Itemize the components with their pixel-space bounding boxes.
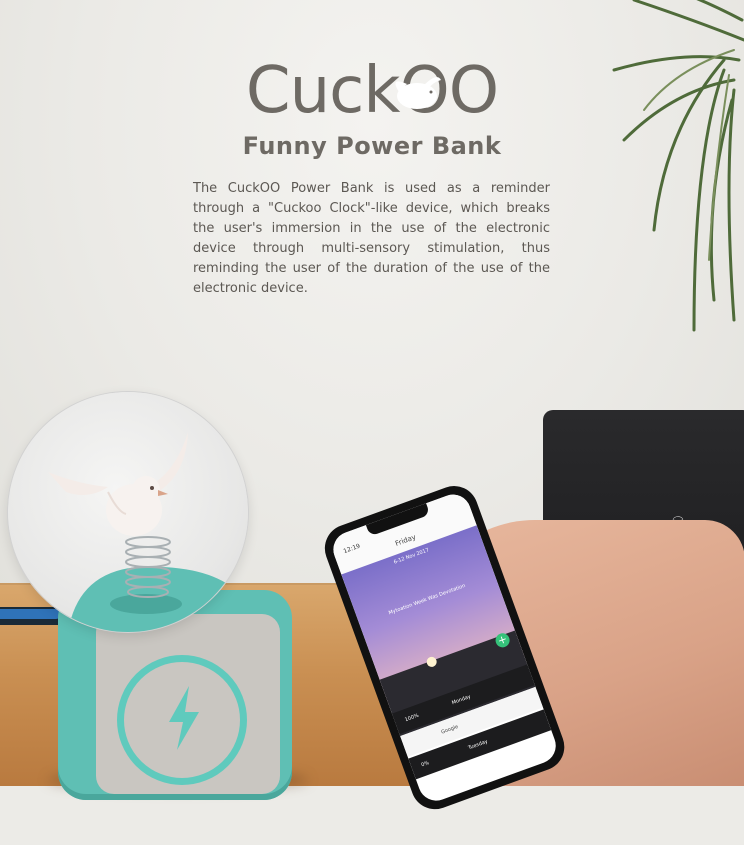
description-paragraph: The CuckOO Power Bank is used as a remin… — [193, 181, 550, 296]
cuckoo-bird-spring-icon — [48, 432, 248, 632]
lightning-bolt-icon — [169, 686, 199, 750]
subtitle: Funny Power Bank — [242, 132, 502, 160]
small-phone-screen — [0, 609, 60, 619]
bird-logo-icon — [395, 77, 441, 109]
brand-title: CuckOO — [245, 54, 499, 128]
plant-leaves — [612, 0, 744, 332]
magnified-cuckoo-detail — [8, 392, 248, 632]
brand-header: CuckOO — [0, 56, 744, 136]
